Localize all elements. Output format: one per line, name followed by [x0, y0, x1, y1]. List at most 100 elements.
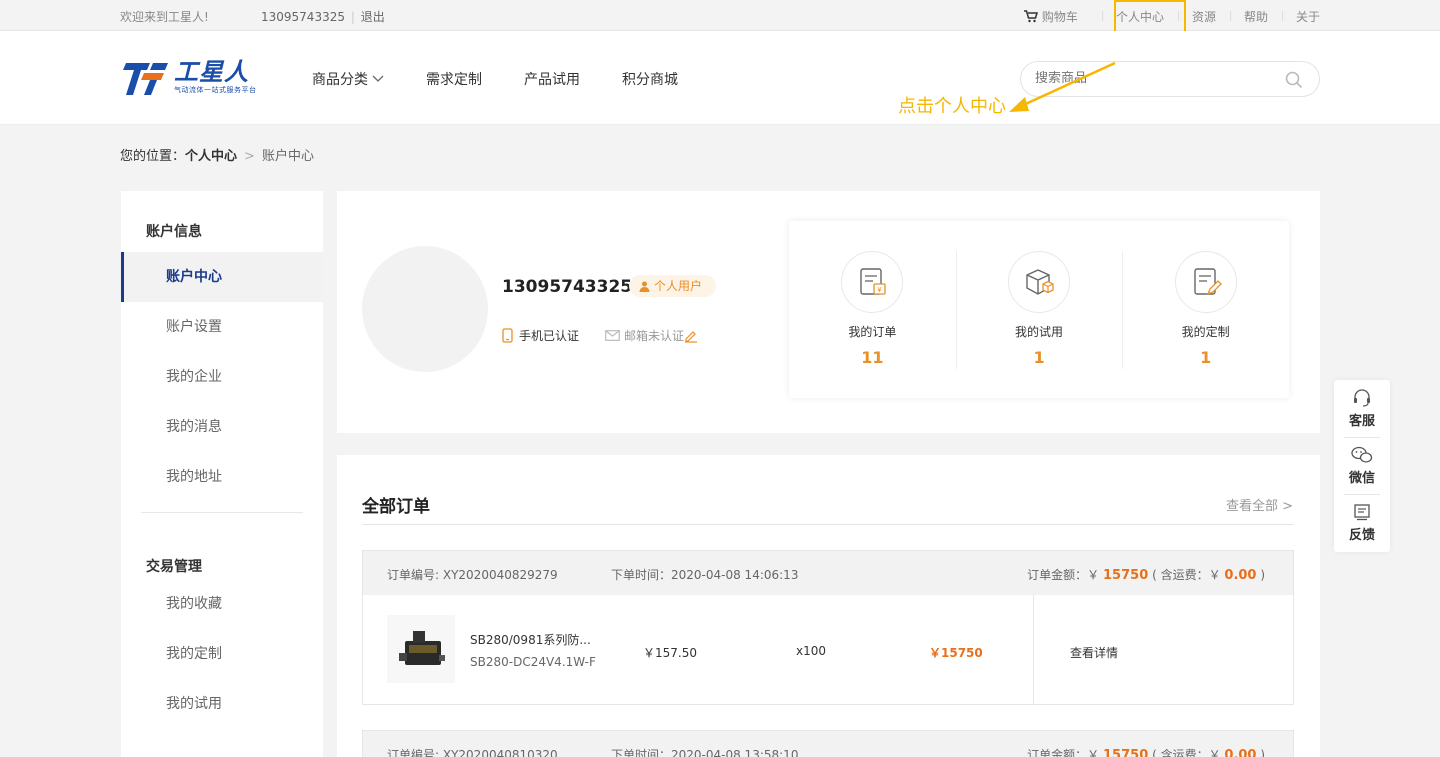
separator: |: [350, 10, 355, 24]
stat-my-orders[interactable]: ¥ 我的订单 11: [789, 221, 956, 398]
floating-service-bar: 客服 微信 反馈: [1334, 380, 1390, 552]
header: 工星人 气动流体一站式服务平台 商品分类 需求定制 产品试用 积分商城 点击个人…: [0, 31, 1440, 125]
breadcrumb: 您的位置：个人中心 > 账户中心: [120, 145, 314, 164]
sidebar-item-my-company[interactable]: 我的企业: [121, 352, 323, 402]
cart-icon: [1023, 10, 1038, 23]
mobile-icon: [502, 328, 513, 343]
breadcrumb-current: 账户中心: [261, 149, 314, 164]
custom-edit-icon: [1193, 268, 1222, 296]
sidebar-item-my-trial[interactable]: 我的试用: [121, 679, 323, 729]
view-details-button[interactable]: 查看详情: [1070, 644, 1118, 661]
stat-label: 我的订单: [848, 325, 897, 339]
logo-slogan: 气动流体一站式服务平台: [174, 86, 257, 94]
svg-text:¥: ¥: [878, 286, 883, 294]
unit-price: ￥157.50: [643, 646, 697, 660]
order-header: 订单编号: XY2020040829279 下单时间：2020-04-08 14…: [363, 551, 1293, 595]
sidebar-group-title: 账户信息: [146, 224, 202, 240]
about-link[interactable]: 关于: [1281, 8, 1320, 25]
breadcrumb-chevron-icon: >: [244, 149, 255, 164]
sidebar-item-account-settings[interactable]: 账户设置: [121, 302, 323, 352]
help-link[interactable]: 帮助: [1229, 8, 1282, 25]
trial-icon-wrap: [1008, 251, 1070, 313]
edit-icon[interactable]: [684, 329, 698, 343]
order-header: 订单编号: XY2020040810320 下单时间：2020-04-08 13…: [363, 731, 1293, 757]
nav-product-category[interactable]: 商品分类: [312, 69, 384, 89]
breadcrumb-prefix: 您的位置：: [120, 149, 186, 164]
nav-custom-demand[interactable]: 需求定制: [426, 69, 482, 89]
order-shipping-close: ): [1260, 748, 1265, 757]
welcome-text: 欢迎来到工星人!: [120, 10, 209, 24]
stat-my-trial[interactable]: 我的试用 1: [955, 221, 1123, 398]
product-name[interactable]: SB280/0981系列防...: [470, 631, 591, 648]
stat-label: 我的试用: [1015, 325, 1064, 339]
feedback-button[interactable]: 反馈: [1334, 494, 1390, 551]
order-shipping-label: ( 含运费：￥: [1152, 748, 1221, 757]
order-body: SB280/0981系列防... SB280-DC24V4.1W-F ￥157.…: [363, 595, 1293, 704]
order-total: 订单金额：￥ 15750 ( 含运费：￥ 0.00 ): [1027, 566, 1265, 583]
search-icon[interactable]: [1285, 71, 1303, 89]
line-amount: ￥15750: [929, 646, 983, 660]
sidebar-item-my-favorites[interactable]: 我的收藏: [121, 579, 323, 629]
order-shipping-value: 0.00: [1224, 748, 1257, 757]
email-status: 邮箱未认证: [624, 329, 685, 343]
sidebar-group-title: 交易管理: [146, 559, 202, 575]
order-time: 下单时间：2020-04-08 13:58:10: [611, 748, 799, 757]
orders-panel: 全部订单 查看全部 > 订单编号: XY2020040829279 下单时间：2…: [337, 455, 1320, 757]
logout-link[interactable]: 退出: [361, 10, 385, 24]
profile-card: 13095743325 个人用户 手机已认证 邮箱未认证 ¥ 我的订单 11 我…: [337, 191, 1320, 433]
user-type-label: 个人用户: [654, 279, 703, 293]
wechat-button[interactable]: 微信: [1334, 437, 1390, 494]
nav-points-mall[interactable]: 积分商城: [622, 69, 678, 89]
valve-product-icon: [399, 631, 445, 665]
product-image[interactable]: [387, 615, 455, 683]
annotation-text: 点击个人中心: [898, 96, 1006, 117]
box-icon: [1026, 269, 1054, 295]
sidebar-item-account-center[interactable]: 账户中心: [121, 252, 323, 302]
quantity: x100: [796, 644, 827, 658]
float-label: 微信: [1348, 470, 1375, 486]
stat-label: 我的定制: [1181, 325, 1230, 339]
logo[interactable]: 工星人 气动流体一站式服务平台: [120, 59, 257, 99]
orders-title: 全部订单: [362, 497, 430, 517]
logo-text: 工星人 气动流体一站式服务平台: [174, 59, 257, 95]
sidebar-item-my-custom[interactable]: 我的定制: [121, 629, 323, 679]
logo-title: 工星人: [174, 58, 249, 86]
order-total-label: 订单金额：￥: [1027, 748, 1100, 757]
order-action-cell: 查看详情: [1033, 595, 1295, 704]
sidebar-item-my-address[interactable]: 我的地址: [121, 452, 323, 502]
order-total-value: 15750: [1103, 568, 1149, 583]
product-model: SB280-DC24V4.1W-F: [470, 655, 596, 669]
top-bar: 欢迎来到工星人! 13095743325 | 退出 购物车 个人中心 资源 帮助…: [0, 0, 1440, 31]
cart-label: 购物车: [1041, 10, 1078, 24]
stat-my-custom[interactable]: 我的定制 1: [1122, 221, 1289, 398]
nav-product-trial[interactable]: 产品试用: [524, 69, 580, 89]
sidebar: 账户信息 账户中心 账户设置 我的企业 我的消息 我的地址 交易管理 我的收藏 …: [121, 191, 323, 757]
custom-icon-wrap: [1174, 251, 1237, 313]
order-shipping-close: ): [1260, 568, 1265, 582]
customer-service-button[interactable]: 客服: [1334, 380, 1390, 437]
email-unverified[interactable]: 邮箱未认证: [605, 327, 698, 344]
cart-link[interactable]: 购物车: [1010, 8, 1102, 25]
order-total: 订单金额：￥ 15750 ( 含运费：￥ 0.00 ): [1027, 746, 1265, 757]
order-card: 订单编号: XY2020040810320 下单时间：2020-04-08 13…: [362, 730, 1294, 757]
order-number: 订单编号: XY2020040810320: [387, 748, 558, 757]
breadcrumb-level1[interactable]: 个人中心: [185, 149, 237, 164]
orders-icon-wrap: ¥: [841, 251, 904, 313]
order-number: 订单编号: XY2020040829279: [387, 568, 558, 582]
headset-icon: [1354, 388, 1370, 407]
main-nav: 商品分类 需求定制 产品试用 积分商城: [312, 69, 678, 89]
mail-icon: [605, 330, 620, 341]
user-phone-text: 13095743325: [261, 10, 345, 24]
order-total-label: 订单金额：￥: [1027, 568, 1100, 582]
float-label: 客服: [1348, 413, 1375, 429]
user-type-badge: 个人用户: [629, 275, 717, 297]
nav-label: 商品分类: [312, 72, 368, 88]
float-label: 反馈: [1348, 527, 1375, 543]
user-icon: [639, 281, 650, 292]
orders-icon: ¥: [860, 268, 886, 295]
avatar[interactable]: [362, 246, 488, 372]
view-all-link[interactable]: 查看全部 >: [1226, 495, 1293, 514]
user-phone: 13095743325 | 退出: [261, 8, 385, 25]
sidebar-divider: [141, 512, 303, 513]
sidebar-item-my-messages[interactable]: 我的消息: [121, 402, 323, 452]
